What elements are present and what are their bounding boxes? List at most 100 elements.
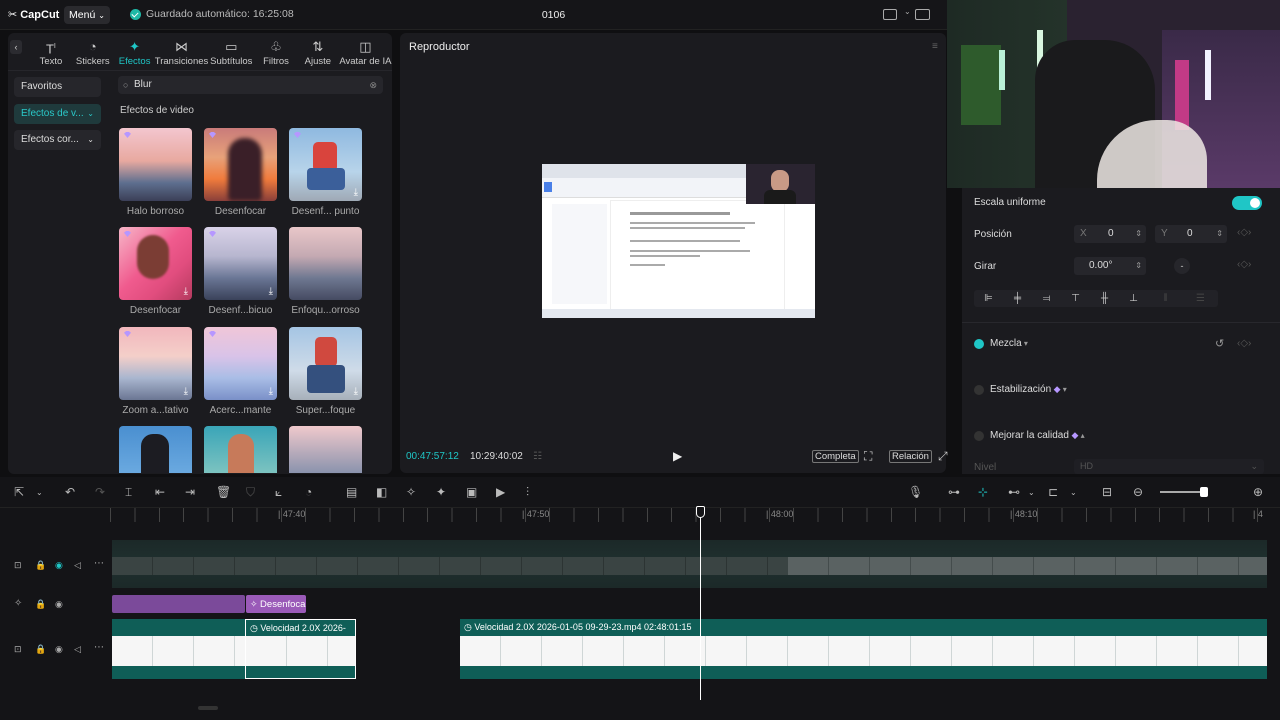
effect-card[interactable]: ⤓ Desenf...bicuo <box>204 227 277 316</box>
stepper-icon[interactable]: ⇕ <box>1216 225 1223 243</box>
crop-icon[interactable]: ⟀ <box>275 485 282 500</box>
more-icon[interactable]: ⋯ <box>94 558 104 569</box>
download-icon[interactable]: ⤓ <box>354 386 358 397</box>
keyframe-icon[interactable]: ‹◇› <box>1237 227 1251 238</box>
playhead-handle[interactable] <box>696 506 705 518</box>
eye-icon[interactable]: ◉ <box>55 644 63 655</box>
ai-enhance-icon[interactable]: ✧ <box>406 485 416 499</box>
playhead[interactable] <box>700 512 701 700</box>
effect-card[interactable]: Halo borroso <box>119 128 192 217</box>
tab-transiciones[interactable]: ⋈ Transiciones <box>155 39 209 67</box>
position-x-input[interactable]: X 0 ⇕ <box>1074 225 1146 243</box>
align-right-icon[interactable]: ⫤ <box>1032 293 1061 304</box>
undo-icon[interactable]: ↶ <box>65 485 75 499</box>
lock-icon[interactable]: 🔒 <box>35 560 46 571</box>
chevron-down-icon[interactable]: ⌄ <box>904 7 911 16</box>
captions-icon[interactable]: ▤ <box>346 485 357 499</box>
audio-icon[interactable]: ◁ <box>74 560 81 571</box>
distribute-v-icon[interactable]: ☰ <box>1183 293 1218 304</box>
crop-fit-icon[interactable]: ⛶ <box>864 449 872 464</box>
split-left-icon[interactable]: ⇤ <box>155 485 165 499</box>
stepper-icon[interactable]: ⇕ <box>1135 257 1142 275</box>
effect-card[interactable]: ⤓ Super...foque <box>289 327 362 416</box>
effect-thumbnail[interactable] <box>204 426 277 473</box>
align-center-icon[interactable]: ╪ <box>1003 293 1032 304</box>
eye-icon[interactable]: ◉ <box>55 599 63 610</box>
speed-icon[interactable]: ◔ <box>305 485 312 499</box>
level-select[interactable]: HD ⌄ <box>1074 459 1264 474</box>
position-y-input[interactable]: Y 0 ⇕ <box>1155 225 1227 243</box>
enhance-row[interactable]: Mejorar la calidad ◆ ▴ <box>990 430 1085 441</box>
stabilization-row[interactable]: Estabilización ◆ ▾ <box>990 384 1067 395</box>
rotate-input[interactable]: 0.00° ⇕ <box>1074 257 1146 275</box>
video-effect-icon[interactable]: ▶ <box>496 485 505 499</box>
download-icon[interactable]: ⤓ <box>269 386 273 397</box>
effect-card[interactable]: Enfoqu...orroso <box>289 227 362 316</box>
keyboard-icon[interactable] <box>915 9 930 20</box>
horizontal-scrollbar[interactable] <box>198 706 218 710</box>
audio-wave-icon[interactable]: ⫶ <box>526 485 529 500</box>
chevron-down-icon[interactable]: ⌄ <box>1070 488 1077 497</box>
tab-efectos[interactable]: ✦ Efectos <box>114 39 156 67</box>
video-preview[interactable] <box>542 164 815 318</box>
list-icon[interactable]: ☷ <box>533 451 542 462</box>
video-clip[interactable]: ◷ Velocidad 2.0X 2026-01-05 09-29-23.mp4… <box>460 619 1267 679</box>
fit-timeline-icon[interactable]: ⊟ <box>1102 485 1112 499</box>
redo-icon[interactable]: ↷ <box>95 485 105 499</box>
effect-clip[interactable] <box>112 595 245 613</box>
stabilization-checkbox[interactable] <box>974 385 984 395</box>
ratio-button[interactable]: Relación <box>889 450 932 463</box>
effect-card[interactable]: ⤓ Desenf... punto <box>289 128 362 217</box>
effect-card[interactable]: ⤓ Desenfocar <box>119 227 192 316</box>
blend-row[interactable]: Mezcla ▾ <box>990 338 1028 349</box>
tab-ajuste[interactable]: ⇅ Ajuste <box>297 39 339 67</box>
shield-icon[interactable]: ⛉ <box>246 485 255 500</box>
align-top-icon[interactable]: ⊤ <box>1061 293 1090 304</box>
uniform-scale-toggle[interactable] <box>1232 196 1262 210</box>
freeze-icon[interactable]: ◧ <box>376 485 387 499</box>
full-button[interactable]: Completa <box>812 450 859 463</box>
link-clip-icon[interactable]: ⊷ <box>1008 485 1020 499</box>
align-bottom-icon[interactable]: ⊥ <box>1119 293 1148 304</box>
zoom-out-icon[interactable]: ⊖ <box>1133 485 1143 499</box>
tab-subtitulos[interactable]: ▭ Subtítulos <box>208 39 256 67</box>
split-icon[interactable]: ⌶ <box>125 485 132 500</box>
stepper-icon[interactable]: ⇕ <box>1135 225 1142 243</box>
enhance-checkbox[interactable] <box>974 431 984 441</box>
magic-wand-icon[interactable]: ✦ <box>436 485 446 499</box>
search-input[interactable]: ○ Blur ⊗ <box>118 76 383 94</box>
download-icon[interactable]: ⤓ <box>184 386 188 397</box>
effect-card[interactable]: ⤓ Zoom a...tativo <box>119 327 192 416</box>
rotate-dial-icon[interactable]: - <box>1174 258 1190 274</box>
blend-checkbox[interactable] <box>974 339 984 349</box>
eye-icon[interactable]: ◉ <box>55 560 63 571</box>
download-icon[interactable]: ⤓ <box>269 286 273 297</box>
align-left-icon[interactable]: ⊫ <box>974 293 1003 304</box>
track-select-icon[interactable]: ⊡ <box>14 560 22 571</box>
tab-texto[interactable]: TI Texto <box>30 39 72 67</box>
more-icon[interactable]: ⋯ <box>94 642 104 653</box>
effect-thumbnail[interactable] <box>119 426 192 473</box>
tab-avatar-ia[interactable]: ◫ Avatar de IA <box>339 39 392 67</box>
effect-clip-blur[interactable]: ✧ Desenfoca <box>246 595 306 613</box>
menu-icon[interactable]: ≡ <box>932 41 938 52</box>
chevron-down-icon[interactable]: ⌄ <box>36 488 43 497</box>
track-select-icon[interactable]: ⊡ <box>14 644 22 655</box>
effect-card[interactable]: Desenfocar <box>204 128 277 217</box>
download-icon[interactable]: ⤓ <box>184 286 188 297</box>
chevron-down-icon[interactable]: ⌄ <box>1028 488 1035 497</box>
keyframe-icon[interactable]: ‹◇› <box>1237 338 1251 349</box>
preview-axis-icon[interactable]: ⊏ <box>1048 485 1058 499</box>
split-right-icon[interactable]: ⇥ <box>185 485 195 499</box>
tab-filtros[interactable]: ♧ Filtros <box>255 39 297 67</box>
align-middle-icon[interactable]: ╫ <box>1090 293 1119 304</box>
magnet-snap-icon[interactable]: ⊹ <box>978 485 988 499</box>
link-main-icon[interactable]: ⊶ <box>948 485 960 499</box>
tab-stickers[interactable]: ◔ Stickers <box>72 39 114 67</box>
reset-icon[interactable]: ↺ <box>1215 337 1224 350</box>
lock-icon[interactable]: 🔒 <box>35 644 46 655</box>
category-favoritos[interactable]: Favoritos <box>14 77 101 97</box>
distribute-h-icon[interactable]: ⫴ <box>1148 293 1183 304</box>
keyframe-icon[interactable]: ‹◇› <box>1237 259 1251 270</box>
zoom-slider-handle[interactable] <box>1200 487 1208 497</box>
